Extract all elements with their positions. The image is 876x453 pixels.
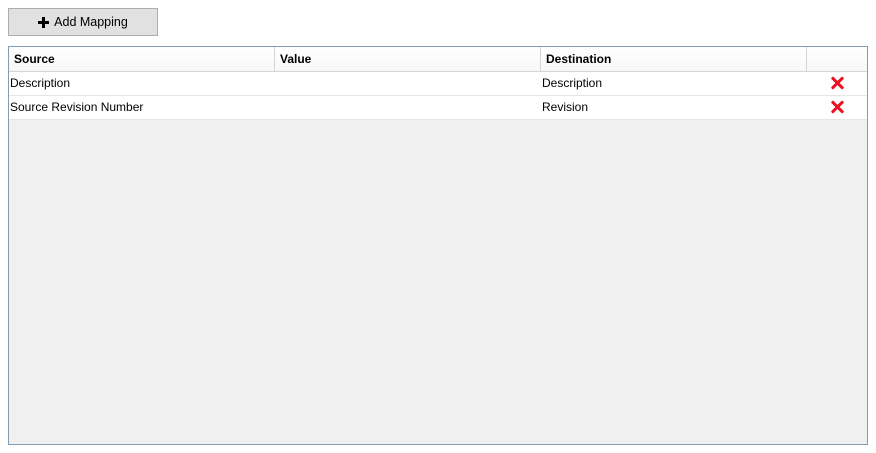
plus-icon [38,16,50,28]
table-row[interactable]: Description Description [9,72,867,96]
cell-source[interactable]: Description [9,72,275,94]
cell-destination[interactable]: Revision [541,96,807,118]
cell-value[interactable] [275,72,541,94]
delete-icon[interactable] [830,100,844,114]
add-mapping-label: Add Mapping [54,15,128,29]
cell-source[interactable]: Source Revision Number [9,96,275,118]
cell-actions [807,72,867,94]
cell-value[interactable] [275,96,541,118]
cell-actions [807,96,867,118]
cell-destination[interactable]: Description [541,72,807,94]
mapping-grid: Source Value Destination Description Des… [8,46,868,445]
grid-header: Source Value Destination [9,47,867,72]
column-header-actions [807,47,867,71]
add-mapping-button[interactable]: Add Mapping [8,8,158,36]
column-header-destination[interactable]: Destination [541,47,807,71]
delete-icon[interactable] [830,76,844,90]
column-header-value[interactable]: Value [275,47,541,71]
table-row[interactable]: Source Revision Number Revision [9,96,867,120]
column-header-source[interactable]: Source [9,47,275,71]
toolbar: Add Mapping [8,8,158,36]
